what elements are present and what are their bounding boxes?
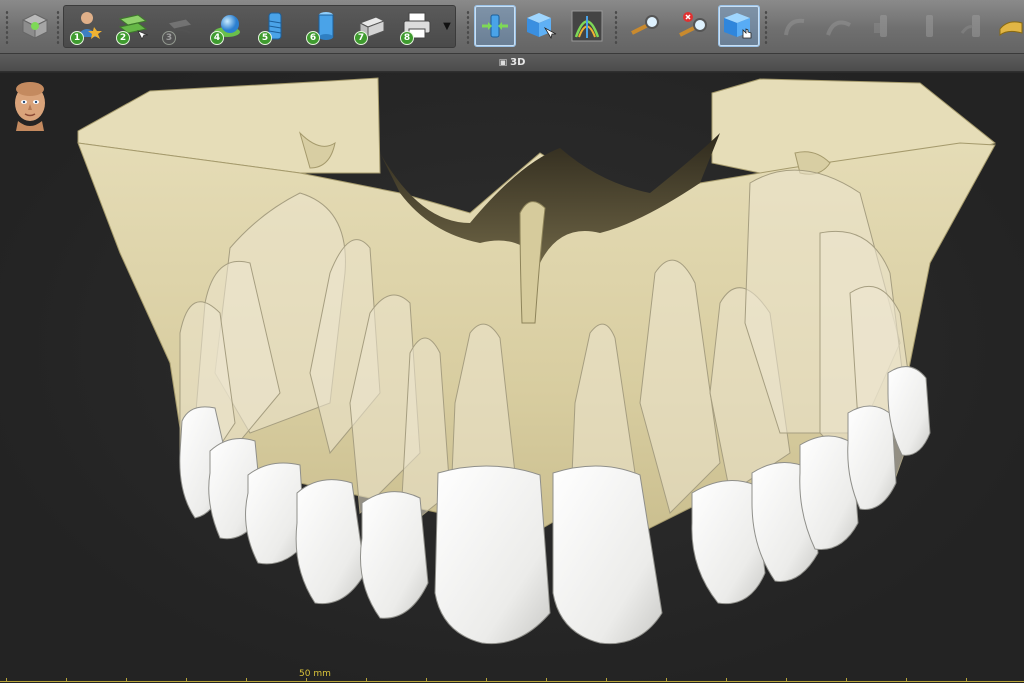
- step-number-badge: 7: [354, 31, 368, 45]
- camera-icon: ▣: [498, 57, 508, 68]
- scale-tick: [126, 678, 127, 682]
- scale-tick: [486, 678, 487, 682]
- scale-tick: [66, 678, 67, 682]
- implant-view-button[interactable]: [474, 5, 516, 47]
- orientation-head-icon[interactable]: [10, 81, 50, 131]
- scale-tick: [186, 678, 187, 682]
- chevron-down-icon: ▼: [443, 20, 451, 32]
- arch-icon: [571, 10, 603, 42]
- scale-bar: 50 mm: [0, 667, 1024, 683]
- sleeve-gray-icon: [960, 15, 980, 37]
- step-number-badge: 3: [162, 31, 176, 45]
- step-7-guide-button[interactable]: 7: [350, 5, 392, 47]
- scale-tick: [606, 678, 607, 682]
- tool-post-gray-button[interactable]: [908, 5, 950, 47]
- 3d-select-button[interactable]: [718, 5, 760, 47]
- scale-tick: [6, 678, 7, 682]
- step-5-implant-button[interactable]: 5: [254, 5, 296, 47]
- toolbar-grip[interactable]: [5, 10, 9, 44]
- volume-select-button[interactable]: [520, 5, 562, 47]
- implant-axis-icon: [482, 14, 508, 38]
- scale-tick: [786, 678, 787, 682]
- toolbar-grip[interactable]: [56, 10, 60, 44]
- step-6-abutment-button[interactable]: 6: [302, 5, 344, 47]
- home-view-button[interactable]: [14, 5, 56, 47]
- scale-tick: [246, 678, 247, 682]
- tooth-crown: [295, 479, 366, 605]
- curved-arrow-icon: [784, 18, 805, 36]
- gold-tool-icon: [999, 21, 1023, 36]
- step-8-print-button[interactable]: 8: [396, 5, 438, 47]
- main-toolbar: 1 2 3 4 5 6 7 8 ▼: [0, 0, 1024, 54]
- scale-tick: [546, 678, 547, 682]
- toolbar-grip[interactable]: [614, 10, 618, 44]
- scale-tick: [426, 678, 427, 682]
- rotate-left-button[interactable]: [774, 5, 816, 47]
- scale-tick: [306, 678, 307, 682]
- step-1-patient-button[interactable]: 1: [66, 5, 108, 47]
- toolbar-grip[interactable]: [466, 10, 470, 44]
- blue-cube-cursor-icon: [527, 13, 557, 40]
- magnifier-delete-icon: [679, 12, 707, 37]
- scale-tick: [906, 678, 907, 682]
- curved-arrow-icon: [826, 20, 851, 36]
- scale-tick: [726, 678, 727, 682]
- scale-label: 50 mm: [299, 669, 331, 679]
- step-4-segmentation-button[interactable]: 4: [206, 5, 248, 47]
- magnifier-measure-icon: [631, 15, 659, 35]
- view-title: 3D: [510, 57, 526, 68]
- step-number-badge: 8: [400, 31, 414, 45]
- step-number-badge: 5: [258, 31, 272, 45]
- tooth-crown: [847, 405, 897, 510]
- blue-cube-hand-icon: [724, 13, 752, 39]
- arch-view-button[interactable]: [566, 5, 608, 47]
- scale-tick: [966, 678, 967, 682]
- tooth-crown: [359, 491, 429, 619]
- step-3-nerve-button[interactable]: 3: [158, 5, 200, 47]
- cube-icon: [21, 13, 49, 39]
- scale-tick: [366, 678, 367, 682]
- implant-gray-icon: [874, 15, 887, 37]
- scale-line: [0, 681, 1024, 682]
- tooth-crown: [434, 465, 551, 645]
- step-2-panoramic-curve-button[interactable]: 2: [112, 5, 154, 47]
- measure-button[interactable]: [624, 5, 666, 47]
- tool-sleeve-gray-button[interactable]: [952, 5, 994, 47]
- post-gray-icon: [926, 15, 933, 37]
- dental-3d-model[interactable]: [0, 73, 1024, 683]
- 3d-viewport[interactable]: 50 mm: [0, 73, 1024, 683]
- workflow-dropdown[interactable]: ▼: [440, 14, 454, 38]
- scale-tick: [666, 678, 667, 682]
- view-title-bar[interactable]: ▣ 3D: [0, 54, 1024, 72]
- step-number-badge: 2: [116, 31, 130, 45]
- step-number-badge: 1: [70, 31, 84, 45]
- toolbar-grip[interactable]: [764, 10, 768, 44]
- step-number-badge: 6: [306, 31, 320, 45]
- tool-more-button[interactable]: [996, 5, 1024, 47]
- scale-tick: [846, 678, 847, 682]
- rotate-right-button[interactable]: [818, 5, 860, 47]
- step-number-badge: 4: [210, 31, 224, 45]
- delete-measure-button[interactable]: [672, 5, 714, 47]
- tool-implant-gray-button[interactable]: [862, 5, 904, 47]
